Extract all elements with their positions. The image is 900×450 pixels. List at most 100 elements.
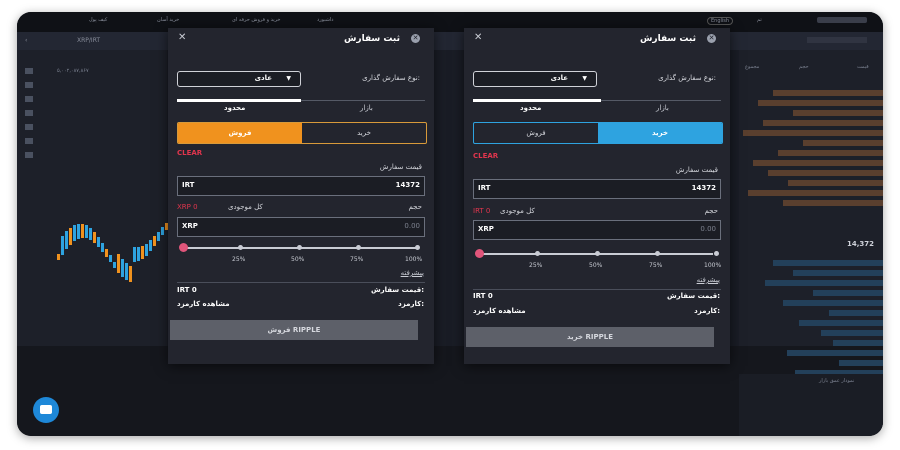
user-menu[interactable]: [817, 17, 867, 23]
bid-row[interactable]: [787, 350, 883, 356]
volume-unit: XRP: [182, 222, 198, 230]
slider-step-50[interactable]: [297, 245, 302, 250]
chevron-left-icon[interactable]: ‹: [25, 37, 27, 44]
nav-item[interactable]: خرید آسان: [157, 17, 179, 23]
slider-step-100[interactable]: [415, 245, 420, 250]
submit-sell-button[interactable]: فروش RIPPLE: [170, 320, 418, 340]
buy-sell-toggle: فروش خرید: [177, 122, 427, 144]
ask-row[interactable]: [803, 140, 883, 146]
ask-row[interactable]: [743, 130, 883, 136]
order-type-value: عادی: [254, 74, 272, 82]
fee-link[interactable]: مشاهده کارمزد: [473, 307, 526, 315]
bid-row[interactable]: [765, 280, 883, 286]
sell-toggle-button[interactable]: فروش: [178, 123, 302, 143]
nav-item[interactable]: خرید و فروش حرفه ای: [232, 17, 281, 23]
slider-step-100[interactable]: [714, 251, 719, 256]
ask-row[interactable]: [788, 180, 883, 186]
ask-row[interactable]: [753, 160, 883, 166]
slider-step-50[interactable]: [595, 251, 600, 256]
close-icon[interactable]: ✕: [474, 32, 482, 43]
top-navigation: کیف پول خرید آسان خرید و فروش حرفه ای دا…: [17, 12, 883, 32]
candle: [77, 224, 80, 239]
ask-row[interactable]: [778, 150, 883, 156]
volume-label: حجم: [408, 203, 422, 211]
tab-market[interactable]: بازار: [656, 104, 669, 112]
slider-handle[interactable]: [179, 243, 188, 252]
candle: [141, 246, 144, 259]
tab-limit[interactable]: محدود: [224, 104, 245, 112]
depth-chart-label: نمودار عمق بازار: [819, 378, 855, 384]
bid-row[interactable]: [783, 300, 883, 306]
bid-row[interactable]: [813, 290, 883, 296]
candle: [117, 254, 120, 273]
slider-step-25[interactable]: [238, 245, 243, 250]
price-input[interactable]: IRT 14372: [473, 179, 721, 199]
close-circle-icon[interactable]: ✕: [707, 34, 716, 43]
order-type-dropdown[interactable]: عادی ▼: [473, 71, 597, 87]
bid-row[interactable]: [821, 330, 883, 336]
tab-limit[interactable]: محدود: [520, 104, 541, 112]
price-unit: IRT: [478, 184, 491, 192]
ask-row[interactable]: [758, 100, 883, 106]
bid-row[interactable]: [839, 360, 883, 366]
language-toggle[interactable]: English: [707, 17, 734, 25]
active-tab-indicator: [473, 99, 601, 102]
candle: [137, 247, 140, 261]
volume-unit: XRP: [478, 225, 494, 233]
close-circle-icon[interactable]: ✕: [411, 34, 420, 43]
order-type-label: نوع سفارش گذاری:: [362, 74, 420, 82]
bid-row[interactable]: [829, 310, 883, 316]
bid-row[interactable]: [799, 320, 883, 326]
fee-link[interactable]: مشاهده کارمزد: [177, 300, 230, 308]
ask-row[interactable]: [793, 110, 883, 116]
slider-step-25[interactable]: [535, 251, 540, 256]
buy-sell-toggle: فروش خرید: [473, 122, 723, 144]
candle: [121, 259, 124, 277]
clear-button[interactable]: CLEAR: [177, 149, 202, 157]
slider-label-100: 100%: [704, 262, 722, 269]
advanced-link[interactable]: پیشرفته: [697, 276, 720, 284]
slider-label-25: 25%: [529, 262, 543, 269]
ask-row[interactable]: [783, 200, 883, 206]
candle: [97, 237, 100, 247]
depth-chart-panel: نمودار عمق بازار: [739, 374, 883, 436]
chat-button[interactable]: [33, 397, 59, 423]
nav-item[interactable]: داشبورد: [317, 17, 334, 23]
close-icon[interactable]: ✕: [178, 32, 186, 43]
slider-label-100: 100%: [405, 256, 423, 263]
submit-buy-button[interactable]: خرید RIPPLE: [466, 327, 714, 347]
advanced-link[interactable]: پیشرفته: [401, 269, 424, 277]
price-label: قیمت سفارش: [379, 163, 422, 171]
ask-row[interactable]: [773, 90, 883, 96]
total-value: IRT 0: [177, 286, 197, 294]
balance-label: کل موجودی: [500, 207, 535, 215]
sell-toggle-button[interactable]: فروش: [474, 123, 598, 143]
candle: [69, 228, 72, 245]
candle: [89, 228, 92, 240]
bid-row[interactable]: [793, 270, 883, 276]
bid-row[interactable]: [773, 260, 883, 266]
price-input[interactable]: IRT 14372: [177, 176, 425, 196]
ask-row[interactable]: [748, 190, 883, 196]
chat-icon: [40, 405, 52, 414]
clear-button[interactable]: CLEAR: [473, 152, 498, 160]
candle: [161, 227, 164, 235]
slider-step-75[interactable]: [655, 251, 660, 256]
theme-toggle[interactable]: تم: [757, 17, 762, 23]
order-book-panel: مجموع حجم قیمت 14,372: [739, 50, 883, 376]
ask-row[interactable]: [763, 120, 883, 126]
drawing-toolbar[interactable]: [22, 60, 36, 260]
nav-item[interactable]: کیف پول: [89, 17, 107, 23]
volume-input[interactable]: XRP 0.00: [473, 220, 721, 240]
tab-market[interactable]: بازار: [360, 104, 373, 112]
total-value: IRT 0: [473, 292, 493, 300]
slider-step-75[interactable]: [356, 245, 361, 250]
ask-row[interactable]: [768, 170, 883, 176]
bid-row[interactable]: [833, 340, 883, 346]
buy-toggle-button[interactable]: خرید: [598, 123, 722, 143]
buy-toggle-button[interactable]: خرید: [302, 123, 426, 143]
total-label: قیمت سفارش:: [370, 286, 424, 294]
slider-handle[interactable]: [475, 249, 484, 258]
volume-input[interactable]: XRP 0.00: [177, 217, 425, 237]
order-type-dropdown[interactable]: عادی ▼: [177, 71, 301, 87]
